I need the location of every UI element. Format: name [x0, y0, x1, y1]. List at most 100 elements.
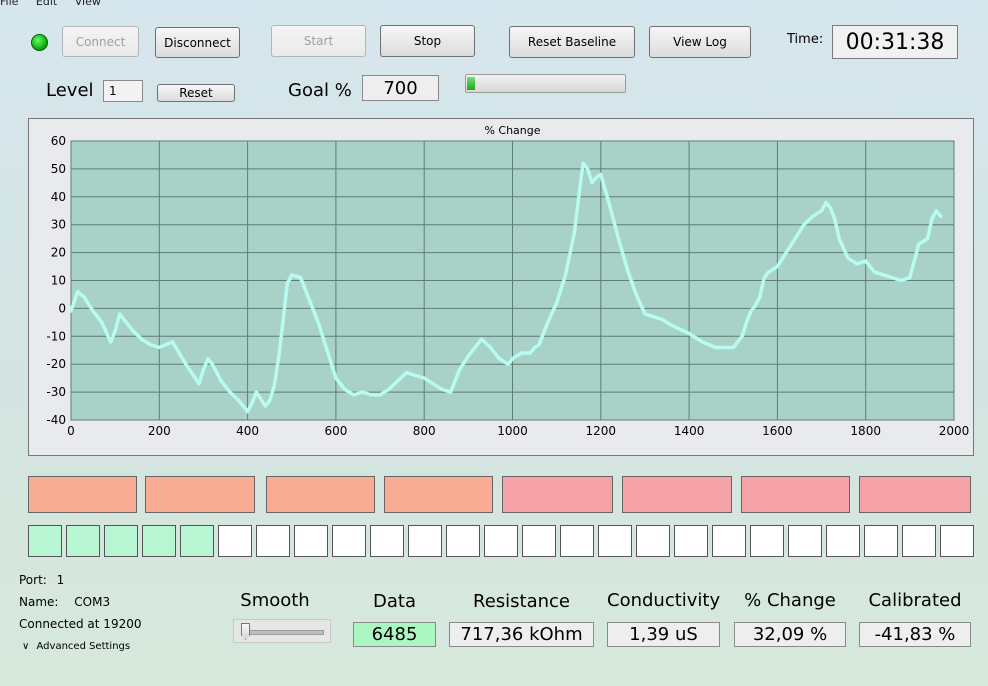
data-point	[184, 362, 188, 366]
data-point	[122, 317, 126, 322]
progress-square	[940, 525, 974, 557]
chevron-double-down-icon: ∨	[22, 641, 30, 652]
level-block	[622, 476, 732, 513]
data-point	[749, 309, 753, 313]
level-block	[741, 476, 850, 513]
resistance-value: 717,36 kOhm	[449, 622, 594, 647]
view-log-button[interactable]: View Log	[649, 26, 751, 58]
data-point	[396, 379, 400, 383]
y-tick-label: -20	[46, 357, 66, 371]
data-point	[272, 384, 276, 389]
data-point	[117, 312, 122, 316]
reset-baseline-button[interactable]: Reset Baseline	[509, 26, 635, 58]
progress-square	[294, 525, 328, 557]
progress-square	[142, 525, 176, 557]
data-point	[930, 217, 934, 221]
data-point	[298, 276, 303, 280]
progress-square	[636, 525, 670, 557]
name-label: Name:	[19, 595, 59, 609]
data-point	[824, 200, 828, 204]
data-point	[722, 345, 727, 350]
advanced-settings-toggle[interactable]: ∨ Advanced Settings	[22, 641, 130, 652]
goal-progress-bar	[465, 74, 626, 93]
data-point	[744, 320, 749, 324]
level-input[interactable]: 1	[103, 80, 143, 102]
data-point	[700, 340, 704, 344]
data-point	[506, 362, 510, 366]
progress-square	[826, 525, 860, 557]
connect-button[interactable]: Connect	[62, 26, 139, 57]
data-point	[872, 270, 877, 274]
level-block	[266, 476, 375, 513]
data-point	[731, 345, 735, 350]
menu-bar: File Edit View	[0, 0, 115, 9]
smooth-slider-thumb[interactable]	[241, 623, 250, 640]
stop-button[interactable]: Stop	[380, 25, 475, 57]
conductivity-label: Conductivity	[607, 590, 721, 611]
progress-square	[370, 525, 404, 557]
data-point	[268, 398, 272, 403]
level-label: Level	[46, 80, 94, 101]
progress-square	[560, 525, 594, 557]
data-point	[934, 209, 938, 213]
level-reset-button[interactable]: Reset	[157, 84, 235, 102]
y-tick-label: -40	[46, 413, 66, 427]
data-point	[537, 343, 541, 347]
data-point	[634, 292, 638, 297]
progress-square	[598, 525, 632, 557]
chart-title: % Change	[484, 124, 540, 137]
smooth-slider[interactable]	[233, 619, 331, 643]
data-point	[325, 348, 329, 352]
data-point	[572, 231, 576, 235]
data-point	[890, 276, 894, 280]
smooth-slider-track	[242, 630, 324, 635]
data-point	[276, 357, 281, 361]
data-point	[581, 161, 585, 165]
data-point	[563, 273, 568, 277]
data-point	[466, 354, 470, 358]
menu-file[interactable]: File	[0, 0, 18, 8]
progress-square	[104, 525, 138, 557]
disconnect-button[interactable]: Disconnect	[155, 27, 240, 58]
name-value: COM3	[74, 595, 111, 609]
data-point	[828, 206, 832, 210]
y-tick-label: 40	[51, 190, 66, 204]
port-label: Port:	[19, 573, 47, 587]
percent-change-label: % Change	[744, 590, 836, 611]
port-info: Port: 1	[19, 573, 64, 587]
advanced-settings-label: Advanced Settings	[36, 641, 131, 652]
data-point	[661, 317, 665, 322]
y-tick-label: 0	[58, 301, 66, 315]
percent-change-chart: % Change 0 200 400 600 800 1000 1200 1400 1600 180…	[28, 118, 974, 456]
data-point	[908, 276, 912, 280]
data-point	[206, 357, 210, 361]
data-point	[219, 379, 223, 383]
data-point	[528, 351, 532, 355]
data-point	[784, 251, 788, 255]
data-point	[917, 242, 921, 246]
x-tick-label: 1400	[674, 424, 705, 438]
data-point	[343, 387, 347, 391]
data-point	[250, 401, 254, 405]
menu-view[interactable]: View	[75, 0, 101, 8]
data-value: 6485	[353, 622, 436, 647]
data-point	[590, 181, 594, 185]
data-point	[254, 390, 259, 394]
level-block	[384, 476, 493, 513]
progress-square	[750, 525, 784, 557]
data-point	[449, 390, 453, 394]
data-point	[369, 393, 373, 397]
data-label: Data	[373, 591, 416, 612]
goal-field[interactable]: 700	[362, 75, 439, 101]
progress-square	[256, 525, 290, 557]
data-point	[881, 273, 885, 277]
start-button[interactable]: Start	[271, 25, 366, 57]
data-point	[497, 357, 501, 361]
data-point	[157, 345, 161, 350]
data-point	[413, 373, 417, 377]
y-tick-label: 30	[51, 218, 66, 232]
menu-edit[interactable]: Edit	[36, 0, 57, 8]
data-point	[555, 301, 559, 305]
y-tick-label: 10	[51, 274, 66, 288]
y-tick-label: 60	[51, 134, 66, 148]
